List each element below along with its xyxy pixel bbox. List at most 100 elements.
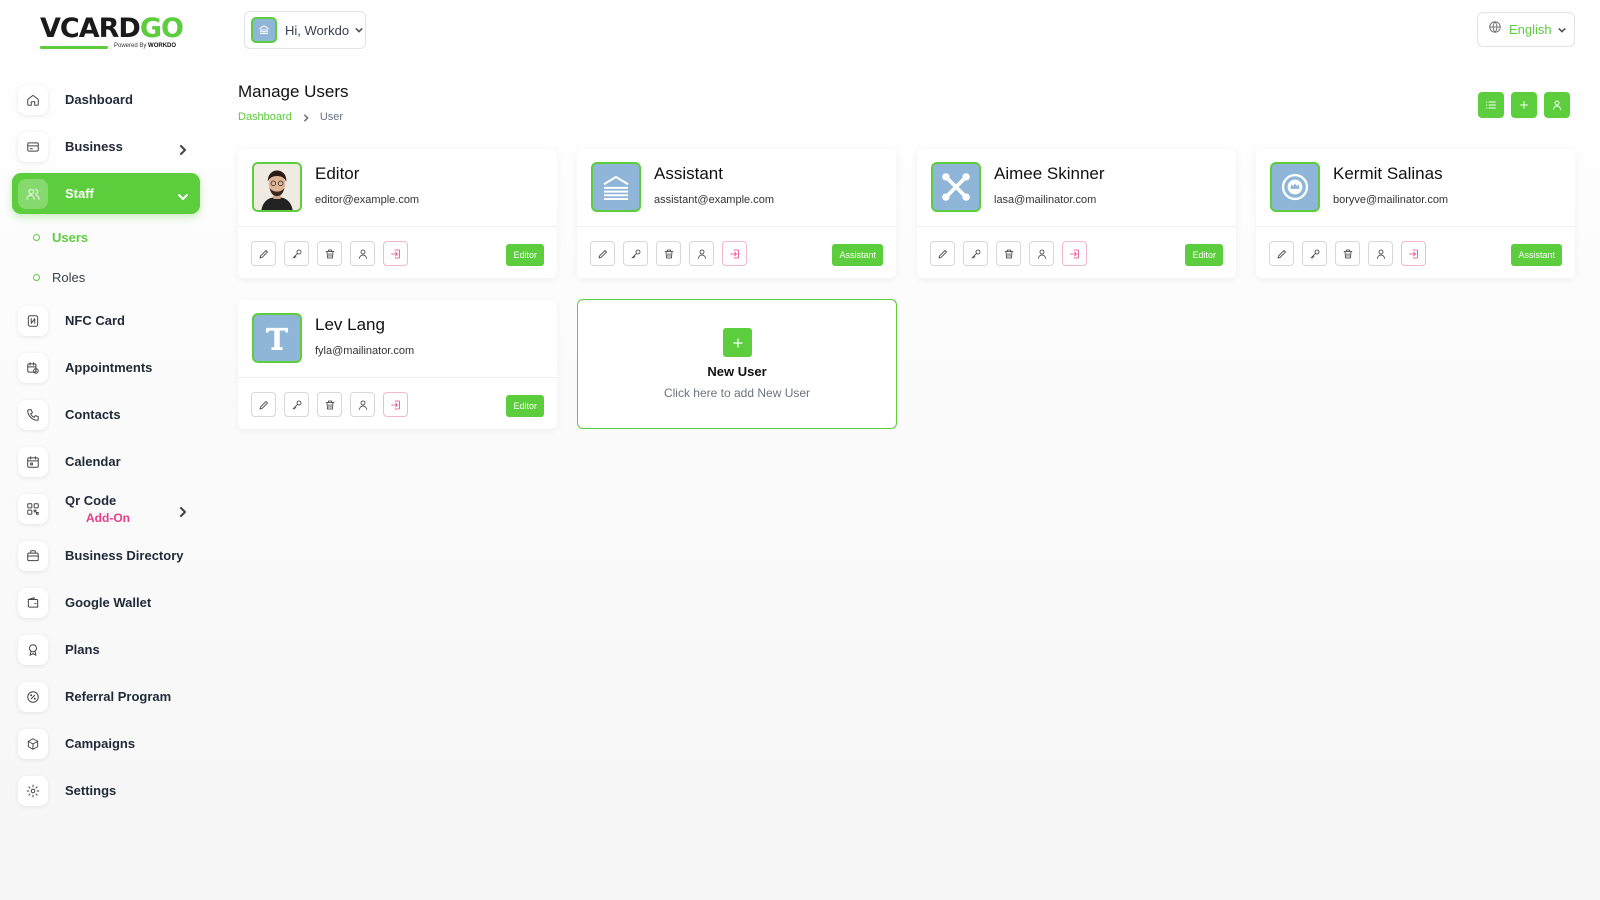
user-card-actions	[590, 241, 747, 266]
user-profile-button[interactable]	[1544, 92, 1570, 118]
sidebar-subitem-users[interactable]: Users	[12, 220, 200, 254]
login-as-button[interactable]	[1062, 241, 1087, 266]
user-email: assistant@example.com	[654, 194, 774, 206]
sidebar-item-business[interactable]: Business	[12, 126, 200, 167]
user-name: Kermit Salinas	[1333, 164, 1443, 183]
sidebar-item-campaigns[interactable]: Campaigns	[12, 723, 200, 764]
delete-button[interactable]	[1335, 241, 1360, 266]
role-badge: Editor	[506, 244, 544, 266]
view-profile-button[interactable]	[689, 241, 714, 266]
sidebar: VCARDGO Powered By WORKDO Dashboard Busi…	[0, 0, 215, 900]
reset-password-button[interactable]	[284, 241, 309, 266]
gear-icon	[18, 775, 48, 806]
sidebar-item-dashboard[interactable]: Dashboard	[12, 79, 200, 120]
pencil-icon	[259, 400, 268, 409]
add-user-button[interactable]	[1511, 92, 1537, 118]
business-card-icon	[18, 131, 48, 162]
user-name: Lev Lang	[315, 315, 385, 334]
edit-button[interactable]	[251, 241, 276, 266]
reset-password-button[interactable]	[1302, 241, 1327, 266]
globe-icon	[1488, 20, 1502, 39]
sidebar-subitem-label: Roles	[52, 269, 86, 285]
user-greeting: Hi, Workdo	[285, 22, 350, 38]
user-card-header: Aimee Skinner lasa@mailinator.com	[917, 149, 1236, 227]
edit-button[interactable]	[251, 392, 276, 417]
building-icon	[259, 25, 269, 35]
vcardgo-logo[interactable]: VCARDGO Powered By WORKDO	[40, 14, 184, 54]
new-user-subtitle: Click here to add New User	[663, 386, 811, 400]
user-email: fyla@mailinator.com	[315, 345, 415, 357]
breadcrumb-current: User	[319, 111, 344, 123]
user-card-header: Assistant assistant@example.com	[577, 149, 896, 227]
plus-icon	[1520, 101, 1528, 109]
user-card: Editor editor@example.com Editor	[238, 149, 557, 278]
edit-button[interactable]	[590, 241, 615, 266]
bullet-icon	[33, 273, 40, 281]
sidebar-subitem-roles[interactable]: Roles	[12, 260, 200, 294]
sidebar-item-label: Qr Code	[65, 492, 117, 508]
sidebar-item-appointments[interactable]: Appointments	[12, 347, 200, 388]
delete-button[interactable]	[996, 241, 1021, 266]
sidebar-item-calendar[interactable]: Calendar	[12, 441, 200, 482]
trash-icon	[325, 400, 334, 409]
new-user-card[interactable]: New User Click here to add New User	[577, 299, 897, 429]
view-profile-button[interactable]	[1368, 241, 1393, 266]
user-icon	[1376, 249, 1385, 259]
reset-password-button[interactable]	[623, 241, 648, 266]
edit-button[interactable]	[930, 241, 955, 266]
sidebar-item-label: Campaigns	[65, 736, 136, 751]
delete-button[interactable]	[656, 241, 681, 266]
delete-button[interactable]	[317, 392, 342, 417]
sidebar-item-qr-code[interactable]: Qr Code Add-On	[12, 488, 200, 529]
edit-button[interactable]	[1269, 241, 1294, 266]
view-profile-button[interactable]	[1029, 241, 1054, 266]
user-avatar	[251, 17, 277, 43]
sidebar-item-contacts[interactable]: Contacts	[12, 394, 200, 435]
sidebar-subitem-label: Users	[52, 229, 89, 245]
bullet-icon	[33, 233, 40, 241]
list-view-button[interactable]	[1478, 92, 1504, 118]
login-as-button[interactable]	[1401, 241, 1426, 266]
view-profile-button[interactable]	[350, 392, 375, 417]
view-profile-button[interactable]	[350, 241, 375, 266]
login-as-button[interactable]	[383, 241, 408, 266]
login-as-button[interactable]	[722, 241, 747, 266]
breadcrumb-dashboard-link[interactable]: Dashboard	[238, 111, 292, 123]
user-icon	[1553, 100, 1561, 110]
user-avatar	[931, 162, 981, 212]
user-icon	[358, 400, 367, 410]
login-icon	[1069, 249, 1079, 258]
building-logo-icon	[603, 175, 629, 200]
user-name: Aimee Skinner	[994, 164, 1105, 183]
trash-icon	[325, 249, 334, 258]
reset-password-button[interactable]	[963, 241, 988, 266]
delete-button[interactable]	[317, 241, 342, 266]
chevron-down-icon	[1557, 21, 1566, 39]
role-badge: Assistant	[832, 244, 883, 266]
user-card: Assistant assistant@example.com Assistan…	[577, 149, 896, 278]
login-icon	[729, 249, 739, 258]
user-email: boryve@mailinator.com	[1333, 194, 1449, 206]
login-as-button[interactable]	[383, 392, 408, 417]
sidebar-item-plans[interactable]: Plans	[12, 629, 200, 670]
sidebar-item-label: Google Wallet	[65, 595, 152, 610]
sidebar-item-google-wallet[interactable]: Google Wallet	[12, 582, 200, 623]
sidebar-item-referral-program[interactable]: Referral Program	[12, 676, 200, 717]
user-menu-dropdown[interactable]: Hi, Workdo	[244, 11, 366, 49]
page-title: Manage Users	[238, 82, 349, 101]
chevron-down-icon	[178, 189, 188, 200]
language-selector[interactable]: English	[1477, 12, 1575, 47]
sidebar-item-staff[interactable]: Staff	[12, 173, 200, 214]
sidebar-item-settings[interactable]: Settings	[12, 770, 200, 811]
sidebar-item-nfc-card[interactable]: NFC Card	[12, 300, 200, 341]
joomla-logo-icon	[942, 173, 970, 201]
user-avatar	[252, 313, 302, 363]
sidebar-item-business-directory[interactable]: Business Directory	[12, 535, 200, 576]
sidebar-item-label: Business	[65, 139, 123, 154]
sidebar-item-label: NFC Card	[65, 313, 125, 328]
chevron-right-icon	[178, 504, 188, 517]
login-icon	[390, 400, 400, 409]
key-icon	[292, 400, 301, 409]
reset-password-button[interactable]	[284, 392, 309, 417]
box-icon	[18, 728, 48, 759]
